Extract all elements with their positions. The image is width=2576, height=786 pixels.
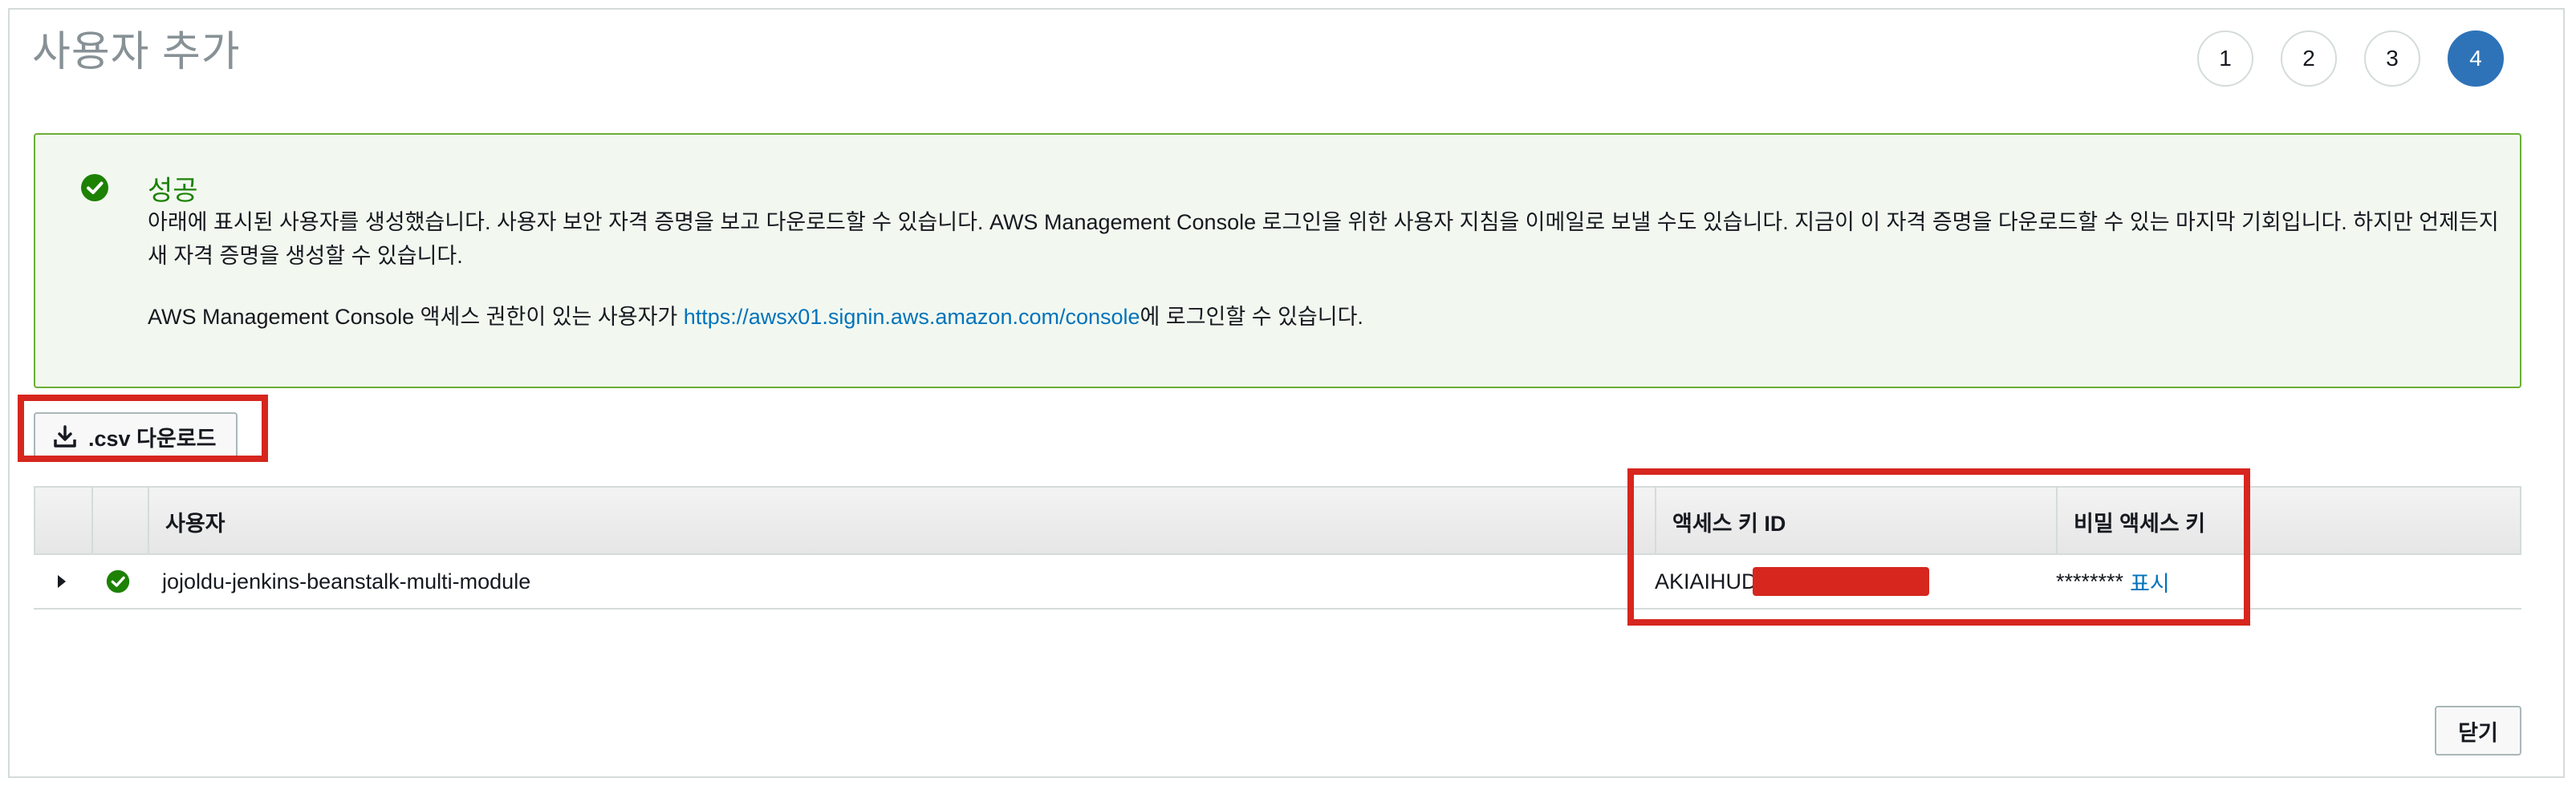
console-prefix: AWS Management Console 액세스 권한이 있는 사용자가 <box>148 305 684 329</box>
expand-row-icon[interactable] <box>56 555 67 608</box>
row-user-name: jojoldu-jenkins-beanstalk-multi-module <box>162 569 531 594</box>
step-4-active: 4 <box>2448 30 2504 87</box>
step-3: 3 <box>2364 30 2420 87</box>
success-message: 아래에 표시된 사용자를 생성했습니다. 사용자 보안 자격 증명을 보고 다운… <box>148 210 2499 268</box>
console-access-text: AWS Management Console 액세스 권한이 있는 사용자가 h… <box>148 300 1363 334</box>
step-2: 2 <box>2281 30 2337 87</box>
header-status-col <box>91 488 148 555</box>
step-1: 1 <box>2197 30 2253 87</box>
console-signin-link[interactable]: https://awsx01.signin.aws.amazon.com/con… <box>684 305 1140 329</box>
row-success-icon <box>106 555 130 608</box>
highlight-csv-annotation <box>18 395 268 462</box>
header-user: 사용자 <box>148 488 226 555</box>
console-suffix: 에 로그인할 수 있습니다. <box>1140 305 1363 329</box>
check-circle-icon <box>81 174 108 201</box>
modal-frame <box>8 8 2565 778</box>
success-alert: 성공 아래에 표시된 사용자를 생성했습니다. 사용자 보안 자격 증명을 보고… <box>34 133 2521 388</box>
page-title: 사용자 추가 <box>32 29 241 75</box>
highlight-keys-annotation <box>1627 468 2250 626</box>
close-button[interactable]: 닫기 <box>2435 706 2521 756</box>
step-indicator: 1 2 3 4 <box>2197 30 2504 87</box>
success-title: 성공 <box>148 176 198 206</box>
